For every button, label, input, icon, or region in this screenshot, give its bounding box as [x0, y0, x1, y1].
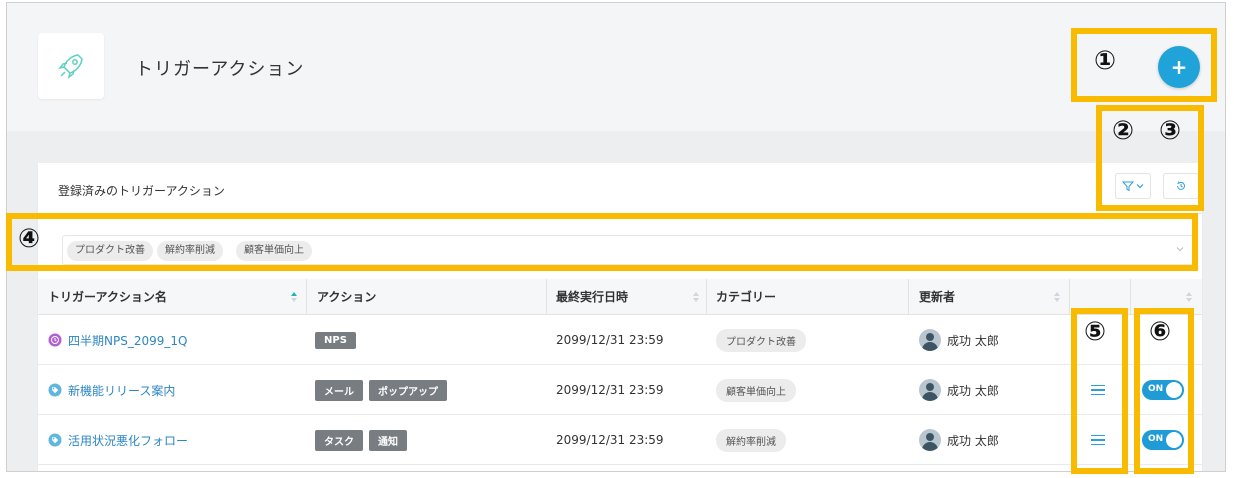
sort-icon[interactable] [1185, 291, 1193, 303]
action-badge: ポップアップ [369, 379, 447, 401]
category-chip: 解約率削減 [716, 428, 786, 452]
annotation-number-2: ② [1112, 116, 1135, 146]
table-row: 四半期NPS_2099_1Q NPS 2099/12/31 23:59 プロダク… [38, 315, 1202, 365]
column-separator [546, 279, 547, 315]
trigger-name-link[interactable]: 四半期NPS_2099_1Q [68, 332, 187, 349]
updater-cell: 成功 太郎 [919, 315, 999, 365]
rocket-icon [58, 54, 83, 79]
clock-icon [48, 333, 62, 347]
trigger-name-link[interactable]: 活用状況悪化フォロー [68, 432, 188, 449]
column-separator [706, 279, 707, 315]
category-chip: 顧客単価向上 [716, 378, 796, 402]
category-chip: プロダクト改善 [716, 328, 806, 352]
column-separator [1069, 279, 1070, 315]
card-title: 登録済みのトリガーアクション [58, 184, 225, 198]
trigger-name-cell: 新機能リリース案内 [48, 365, 175, 415]
updater-name: 成功 太郎 [947, 433, 999, 448]
annotation-box-4 [6, 213, 1198, 271]
annotation-number-3: ③ [1159, 116, 1182, 146]
action-badge: 通知 [369, 429, 407, 451]
updater-name: 成功 太郎 [947, 333, 999, 348]
annotation-number-1: ① [1094, 46, 1117, 76]
last-run-cell: 2099/12/31 23:59 [556, 333, 664, 347]
trigger-name-link[interactable]: 新機能リリース案内 [68, 382, 175, 399]
annotation-number-5: ⑤ [1084, 317, 1107, 347]
table-row: 新機能リリース案内 メール ポップアップ 2099/12/31 23:59 顧客… [38, 365, 1202, 415]
action-cell: タスク 通知 [315, 415, 413, 465]
column-separator [1130, 279, 1131, 315]
action-cell: NPS [315, 315, 362, 365]
registered-triggers-card: 登録済みのトリガーアクション プロダクト改善 解約率削減 顧客単価向上 トリガー… [38, 163, 1202, 471]
column-separator [306, 279, 307, 315]
avatar [919, 379, 941, 401]
column-header-last-run[interactable]: 最終実行日時 [556, 279, 628, 315]
tag-icon [48, 383, 62, 397]
annotation-number-4: ④ [18, 224, 41, 254]
category-cell: プロダクト改善 [716, 315, 806, 365]
column-header-name[interactable]: トリガーアクション名 [48, 279, 167, 315]
category-cell: 解約率削減 [716, 415, 786, 465]
tag-icon [48, 433, 62, 447]
column-separator [908, 279, 909, 315]
action-cell: メール ポップアップ [315, 365, 453, 415]
avatar [919, 429, 941, 451]
annotation-box-1 [1071, 28, 1217, 102]
sort-icon[interactable] [1053, 291, 1061, 303]
column-header-category[interactable]: カテゴリー [716, 279, 776, 315]
column-header-action[interactable]: アクション [317, 279, 376, 315]
trigger-name-cell: 四半期NPS_2099_1Q [48, 315, 187, 365]
action-badge: タスク [315, 429, 363, 451]
avatar [919, 329, 941, 351]
sort-icon[interactable] [290, 291, 298, 303]
last-run-cell: 2099/12/31 23:59 [556, 433, 664, 447]
action-badge: メール [315, 379, 363, 401]
table-row: 活用状況悪化フォロー タスク 通知 2099/12/31 23:59 解約率削減… [38, 415, 1202, 465]
updater-cell: 成功 太郎 [919, 415, 999, 465]
action-badge: NPS [315, 331, 356, 349]
trigger-name-cell: 活用状況悪化フォロー [48, 415, 188, 465]
category-cell: 顧客単価向上 [716, 365, 796, 415]
last-run-cell: 2099/12/31 23:59 [556, 383, 664, 397]
column-header-updater[interactable]: 更新者 [919, 279, 955, 315]
sort-icon[interactable] [692, 291, 700, 303]
updater-name: 成功 太郎 [947, 383, 999, 398]
table-header: トリガーアクション名 アクション 最終実行日時 カテゴリー 更新者 [38, 279, 1202, 315]
page-title: トリガーアクション [135, 59, 305, 80]
updater-cell: 成功 太郎 [919, 365, 999, 415]
annotation-number-6: ⑥ [1149, 317, 1172, 347]
page-icon-tile [38, 33, 104, 99]
